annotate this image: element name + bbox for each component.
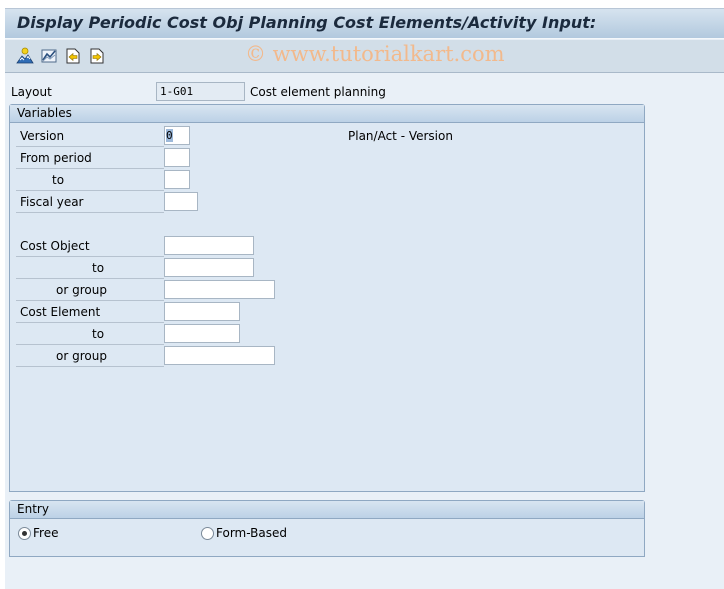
to-period-row: to [16, 169, 164, 191]
version-row: Version [16, 125, 164, 147]
fiscal-year-row: Fiscal year [16, 191, 164, 213]
from-period-label: From period [20, 151, 92, 165]
cost-element-to-label: to [92, 327, 105, 341]
previous-button[interactable] [64, 47, 82, 65]
entry-group-title: Entry [10, 501, 644, 519]
watermark: © www.tutorialkart.com [245, 42, 505, 66]
person-mountain-icon [16, 47, 34, 64]
version-description: Plan/Act - Version [348, 129, 453, 143]
sap-window: Display Periodic Cost Obj Planning Cost … [5, 8, 724, 589]
layout-description: Cost element planning [250, 85, 386, 99]
form-based-label[interactable]: Form-Based [216, 526, 287, 540]
application-toolbar: © www.tutorialkart.com [5, 40, 724, 73]
cost-object-label: Cost Object [20, 239, 90, 253]
cost-element-label: Cost Element [20, 305, 101, 319]
previous-page-icon [66, 48, 80, 64]
line-chart-icon [41, 49, 57, 63]
cost-element-group-row: or group [16, 345, 164, 367]
next-button[interactable] [88, 47, 106, 65]
title-bar: Display Periodic Cost Obj Planning Cost … [5, 9, 724, 39]
cost-object-to-row: to [16, 257, 164, 279]
version-field[interactable]: 0 [164, 126, 190, 145]
from-period-field[interactable] [164, 148, 190, 167]
form-based-radio[interactable] [201, 527, 214, 540]
cost-object-to-label: to [92, 261, 105, 275]
cost-element-group-field[interactable] [164, 346, 275, 365]
cost-object-group-field[interactable] [164, 280, 275, 299]
window-title: Display Periodic Cost Obj Planning Cost … [17, 13, 597, 32]
to-period-label: to [52, 173, 65, 187]
fiscal-year-label: Fiscal year [20, 195, 84, 209]
next-page-icon [90, 48, 104, 64]
free-radio[interactable] [18, 527, 31, 540]
cost-object-group-label: or group [56, 283, 107, 297]
variables-group: Variables Version 0 Plan/Act - Version F… [9, 104, 645, 492]
cost-element-row: Cost Element [16, 301, 164, 323]
cost-object-to-field[interactable] [164, 258, 254, 277]
entry-group: Entry Free Form-Based [9, 500, 645, 557]
variables-group-title: Variables [10, 105, 644, 123]
cost-object-group-row: or group [16, 279, 164, 301]
cost-element-to-field[interactable] [164, 324, 240, 343]
version-label: Version [20, 129, 65, 143]
cost-element-field[interactable] [164, 302, 240, 321]
layout-label: Layout [11, 85, 52, 99]
to-period-field[interactable] [164, 170, 190, 189]
master-data-button[interactable] [16, 47, 34, 65]
cost-object-row: Cost Object [16, 235, 164, 257]
layout-field[interactable]: 1-G01 [156, 82, 245, 101]
fiscal-year-field[interactable] [164, 192, 198, 211]
cost-element-group-label: or group [56, 349, 107, 363]
free-label[interactable]: Free [33, 526, 58, 540]
from-period-row: From period [16, 147, 164, 169]
graphic-button[interactable] [40, 47, 58, 65]
cost-object-field[interactable] [164, 236, 254, 255]
cost-element-to-row: to [16, 323, 164, 345]
